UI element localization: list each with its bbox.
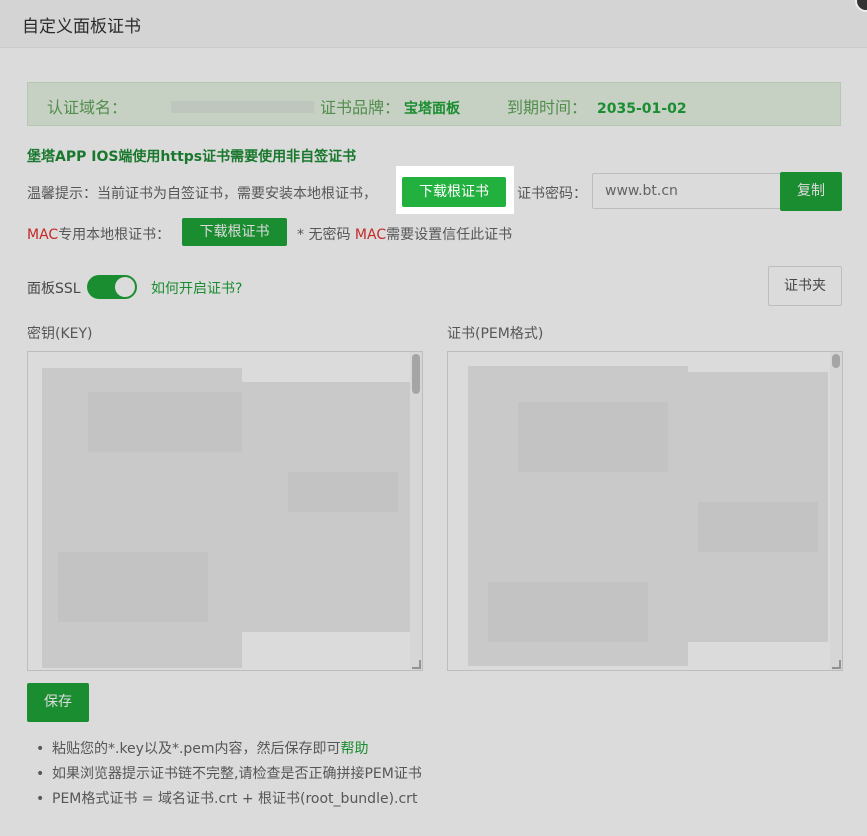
domain-value-masked [171,101,314,113]
bullet: • [36,741,45,757]
mac-download-root-button[interactable]: 下载根证书 [182,218,287,246]
blurred-key-content [88,392,248,452]
blurred-key-content [58,552,208,622]
download-root-cert-button[interactable]: 下载根证书 [402,177,506,207]
password-label: 证书密码： [517,186,587,202]
dialog-title: 自定义面板证书 [22,17,141,37]
expire-value: 2035-01-02 [597,101,687,117]
pem-scroll-thumb[interactable] [832,354,840,368]
blurred-pem-content [488,582,648,642]
help-item: • PEM格式证书 = 域名证书.crt + 根证书(root_bundle).… [36,791,422,816]
mac-prefix-rest: 专用本地根证书： [58,227,171,243]
pem-scrollbar[interactable] [830,352,842,670]
help-list: • 粘贴您的*.key以及*.pem内容，然后保存即可帮助 • 如果浏览器提示证… [36,741,422,816]
key-label: 密钥(KEY) [27,326,93,342]
cert-dialog: 自定义面板证书 认证域名： 证书品牌： 宝塔面板 到期时间： 2035-01-02 … [0,0,867,836]
cert-folder-button[interactable]: 证书夹 [768,266,842,306]
help-text: 如果浏览器提示证书链不完整,请检查是否正确拼接PEM证书 [52,766,422,782]
mac-note-star: * 无密码 [297,227,355,243]
pem-resize-grip[interactable] [832,660,841,669]
key-scroll-thumb[interactable] [412,354,420,394]
mac-prefix: MAC [27,227,59,243]
ssl-howto-link[interactable]: 如何开启证书? [151,278,242,298]
key-scrollbar[interactable] [410,352,422,670]
expire-info: 到期时间： 2035-01-02 [507,94,687,118]
highlight-spot: 下载根证书 [396,166,514,214]
pem-textarea[interactable] [447,351,843,671]
panel-ssl-toggle[interactable] [87,275,137,299]
ios-warning: 堡塔APP IOS端使用https证书需要使用非自签证书 [27,149,357,165]
blurred-key-content [288,472,398,512]
blurred-pem-content [698,502,818,552]
self-signed-tip: 温馨提示：当前证书为自签证书，需要安装本地根证书， [27,186,377,202]
mac-note-red: MAC [354,227,387,243]
password-input[interactable] [592,173,782,209]
panel-ssl-label: 面板SSL [27,281,81,297]
mac-note-rest: 需要设置信任此证书 [386,227,513,243]
brand-label: 证书品牌： [320,98,401,117]
toggle-knob [115,277,135,297]
help-link[interactable]: 帮助 [341,741,369,757]
mac-note: * 无密码 MAC需要设置信任此证书 [297,224,512,244]
cert-info-bar: 认证域名： 证书品牌： 宝塔面板 到期时间： 2035-01-02 [27,82,841,126]
key-textarea[interactable] [27,351,423,671]
pem-label: 证书(PEM格式) [447,326,544,342]
help-text: PEM格式证书 = 域名证书.crt + 根证书(root_bundle).cr… [52,791,418,807]
domain-label: 认证域名： [47,98,128,117]
save-button[interactable]: 保存 [27,683,89,722]
expire-label: 到期时间： [507,98,588,117]
copy-button[interactable]: 复制 [780,172,842,211]
bullet: • [36,766,45,782]
brand-info: 证书品牌： 宝塔面板 [320,94,460,118]
help-item: • 如果浏览器提示证书链不完整,请检查是否正确拼接PEM证书 [36,766,422,791]
dialog-header: 自定义面板证书 [0,0,867,48]
help-item: • 粘贴您的*.key以及*.pem内容，然后保存即可帮助 [36,741,422,766]
help-text: 粘贴您的*.key以及*.pem内容，然后保存即可 [52,741,341,757]
key-resize-grip[interactable] [412,660,421,669]
bullet: • [36,791,45,807]
blurred-pem-content [518,402,668,472]
brand-value: 宝塔面板 [404,101,461,117]
mac-root-label: MAC专用本地根证书： [27,224,170,244]
